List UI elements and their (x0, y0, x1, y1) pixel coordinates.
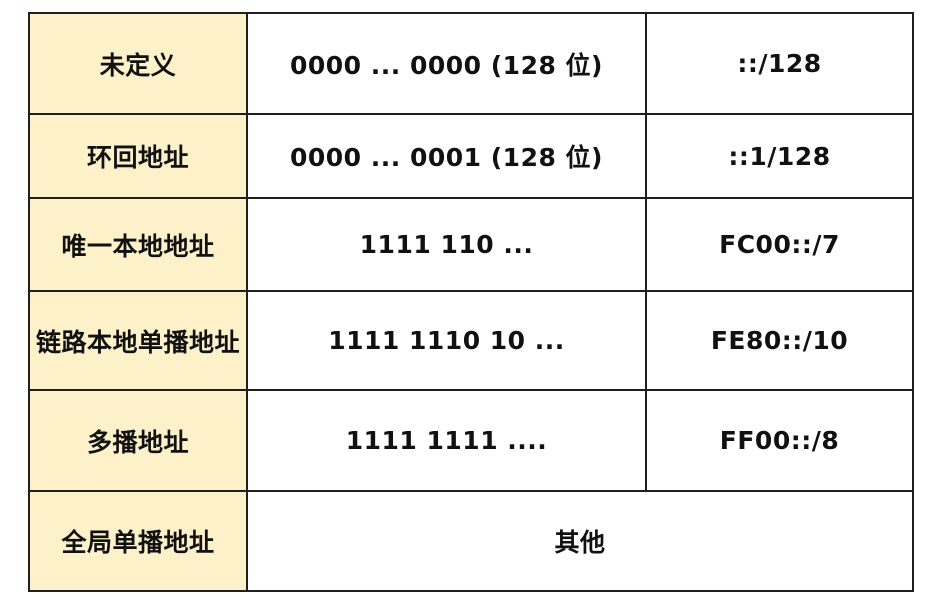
notation-cell: FC00::/7 (645, 197, 914, 292)
binary-prefix-cell: 1111 110 ... (246, 197, 647, 292)
type-cell: 全局单播地址 (28, 490, 248, 592)
notation-cell: ::1/128 (645, 113, 914, 199)
binary-prefix-cell: 0000 ... 0001 (128 位) (246, 113, 647, 199)
table-row-loopback: 环回地址 0000 ... 0001 (128 位) ::1/128 (28, 113, 914, 199)
table-row-unique-local: 唯一本地地址 1111 110 ... FC00::/7 (28, 197, 914, 292)
table-row-unspecified: 未定义 0000 ... 0000 (128 位) ::/128 (28, 12, 914, 115)
binary-prefix-cell: 1111 1111 .... (246, 389, 647, 492)
ipv6-address-types-table-container: 未定义 0000 ... 0000 (128 位) ::/128 环回地址 00… (28, 12, 914, 592)
notation-cell: ::/128 (645, 12, 914, 115)
type-cell: 链路本地单播地址 (28, 290, 248, 391)
ipv6-address-types-table: 未定义 0000 ... 0000 (128 位) ::/128 环回地址 00… (28, 12, 914, 592)
type-cell: 未定义 (28, 12, 248, 115)
type-cell: 唯一本地地址 (28, 197, 248, 292)
table-row-multicast: 多播地址 1111 1111 .... FF00::/8 (28, 389, 914, 492)
type-cell: 环回地址 (28, 113, 248, 199)
type-cell: 多播地址 (28, 389, 248, 492)
binary-prefix-cell: 0000 ... 0000 (128 位) (246, 12, 647, 115)
table-row-global-unicast: 全局单播地址 其他 (28, 490, 914, 592)
notation-cell: FF00::/8 (645, 389, 914, 492)
binary-prefix-cell: 1111 1110 10 ... (246, 290, 647, 391)
merged-value-cell: 其他 (246, 490, 914, 592)
notation-cell: FE80::/10 (645, 290, 914, 391)
table-row-link-local-unicast: 链路本地单播地址 1111 1110 10 ... FE80::/10 (28, 290, 914, 391)
